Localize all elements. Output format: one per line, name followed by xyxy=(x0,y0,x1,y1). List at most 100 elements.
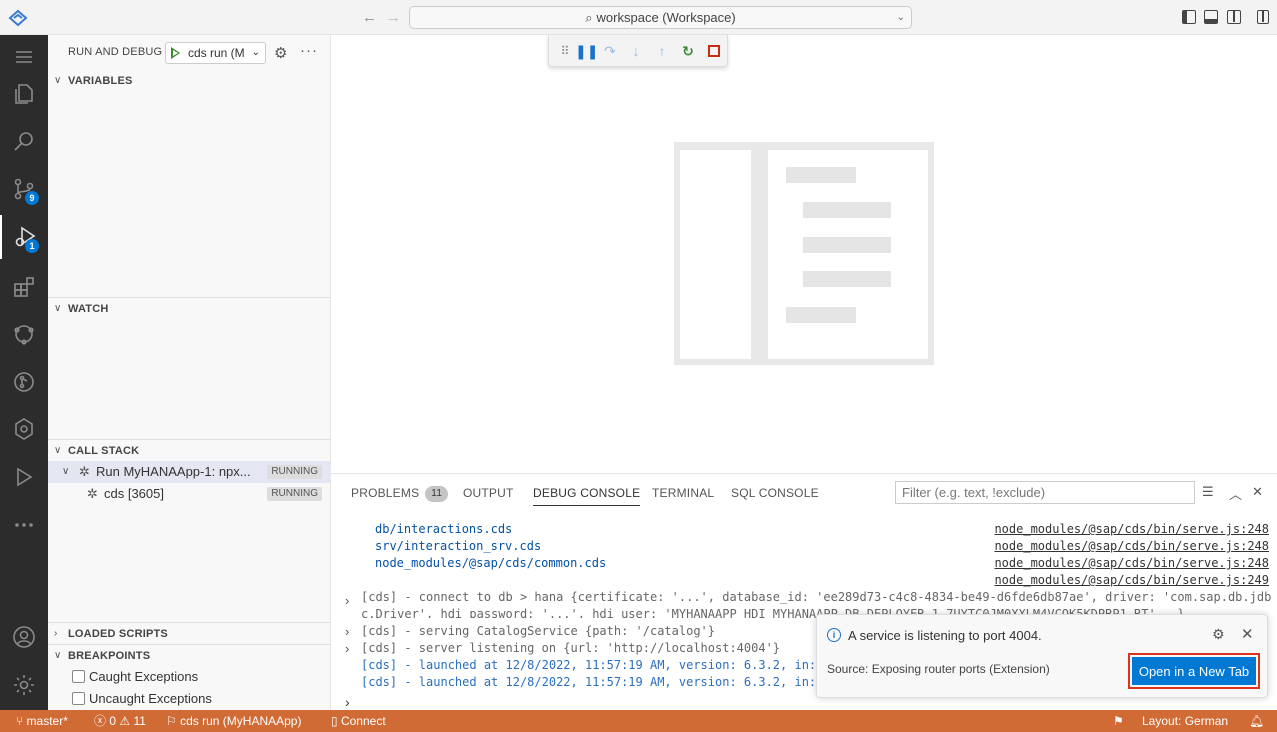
breakpoint-uncaught-exceptions[interactable]: Uncaught Exceptions xyxy=(72,688,212,710)
notifications-bell-icon[interactable]: 🔔︎ xyxy=(1249,710,1264,732)
run-icon[interactable] xyxy=(0,455,48,499)
tab-problems[interactable]: PROBLEMS 11 xyxy=(351,486,449,502)
open-in-new-tab-button[interactable]: Open in a New Tab xyxy=(1132,657,1256,685)
console-line[interactable]: › [cds] - connect to db > hana {certifica… xyxy=(331,589,1277,608)
settings-gear-icon[interactable]: ⚙ xyxy=(274,44,287,62)
loaded-scripts-section-header[interactable]: › LOADED SCRIPTS xyxy=(48,623,331,645)
variables-section-header[interactable]: ∨ VARIABLES xyxy=(48,70,331,92)
console-source-link[interactable]: node_modules/@sap/cds/bin/serve.js:248 xyxy=(994,538,1269,555)
back-arrow-icon[interactable]: ← xyxy=(362,9,377,26)
more-actions-icon[interactable]: ··· xyxy=(300,42,318,59)
pause-icon[interactable]: ❚❚ xyxy=(575,42,598,60)
explorer-icon[interactable] xyxy=(0,72,48,116)
debug-config-select[interactable]: cds run (M ⌄ xyxy=(165,42,266,64)
activity-bar: 9 1 xyxy=(0,35,48,710)
console-source-link[interactable]: node_modules/@sap/cds/bin/serve.js:248 xyxy=(994,555,1269,572)
call-stack-section-header[interactable]: ∨ CALL STACK xyxy=(48,440,331,462)
editor-watermark-icon xyxy=(674,142,934,365)
step-into-icon[interactable]: ↓ xyxy=(627,42,645,60)
toggle-panel-icon[interactable] xyxy=(1204,10,1218,24)
tab-terminal[interactable]: TERMINAL xyxy=(652,486,714,500)
restart-icon[interactable]: ↻ xyxy=(679,42,697,60)
maximize-panel-icon[interactable]: ︿ xyxy=(1229,484,1242,503)
status-badge: RUNNING xyxy=(267,465,322,479)
close-icon[interactable]: ✕ xyxy=(1241,625,1254,643)
chevron-down-icon: ∨ xyxy=(54,650,62,661)
stop-icon[interactable] xyxy=(705,42,723,60)
command-center[interactable]: ⌕ workspace (Workspace) ⌄ xyxy=(409,6,912,29)
connect-status[interactable]: ▯ Connect xyxy=(331,710,386,732)
keyboard-layout-status[interactable]: Layout: German xyxy=(1142,710,1228,732)
breakpoints-section-header[interactable]: ∨ BREAKPOINTS xyxy=(48,645,331,667)
console-source-link[interactable]: node_modules/@sap/cds/bin/serve.js:248 xyxy=(994,521,1269,538)
tab-debug-console[interactable]: DEBUG CONSOLE xyxy=(533,486,641,506)
more-icon[interactable] xyxy=(0,503,48,547)
checkbox[interactable] xyxy=(72,692,85,705)
branch-label: master* xyxy=(26,714,68,728)
branch-status[interactable]: ⑂ master* xyxy=(16,710,68,732)
tab-sql-console[interactable]: SQL CONSOLE xyxy=(731,486,819,500)
settings-gear-icon[interactable]: ⚙ xyxy=(1212,626,1225,643)
error-count: 0 xyxy=(109,714,117,728)
watch-section-header[interactable]: ∨ WATCH xyxy=(48,298,331,320)
loaded-scripts-label: LOADED SCRIPTS xyxy=(68,628,168,640)
clear-console-icon[interactable]: ☰ xyxy=(1202,484,1214,500)
breakpoints-label: BREAKPOINTS xyxy=(68,650,151,662)
chevron-down-icon: ∨ xyxy=(54,445,62,456)
toggle-secondary-sidebar-icon[interactable] xyxy=(1227,10,1241,24)
settings-gear-icon[interactable] xyxy=(0,663,48,707)
start-debugging-icon[interactable] xyxy=(171,47,180,59)
debug-bug-icon: ✲ xyxy=(79,464,90,479)
warning-icon: ⚠ xyxy=(119,714,131,728)
remote-explorer-icon[interactable] xyxy=(0,312,48,356)
source-control-icon[interactable]: 9 xyxy=(0,167,48,211)
call-stack-session[interactable]: ∨ ✲ Run MyHANAApp-1: npx... RUNNING xyxy=(48,461,331,483)
chevron-down-icon: ∨ xyxy=(54,75,62,86)
call-stack-label: CALL STACK xyxy=(68,445,140,457)
search-icon: ⌕ xyxy=(585,10,593,25)
console-file: db/interactions.cds xyxy=(375,522,513,536)
feedback-icon[interactable]: ⚑ xyxy=(1113,710,1124,732)
search-activity-icon[interactable] xyxy=(0,119,48,163)
problems-count-badge: 11 xyxy=(425,486,449,502)
database-icon: ▯ xyxy=(331,714,338,728)
customize-layout-icon[interactable] xyxy=(1257,10,1269,24)
debug-bug-icon: ✲ xyxy=(87,486,98,501)
checkbox[interactable] xyxy=(72,670,85,683)
step-over-icon[interactable]: ↷ xyxy=(601,42,619,60)
chevron-right-icon[interactable]: › xyxy=(345,623,349,640)
accounts-icon[interactable] xyxy=(0,615,48,659)
chevron-right-icon: › xyxy=(54,628,58,639)
sap-tools-icon[interactable] xyxy=(0,407,48,451)
run-and-debug-sidebar: RUN AND DEBUG cds run (M ⌄ ⚙ ··· ∨ VARIAB… xyxy=(48,35,331,710)
notification-source: Source: Exposing router ports (Extension… xyxy=(827,662,1050,676)
console-line: node_modules/@sap/cds/bin/serve.js:249 xyxy=(331,572,1277,589)
run-and-debug-icon[interactable]: 1 xyxy=(0,215,48,259)
forward-arrow-icon[interactable]: → xyxy=(386,9,401,26)
console-text: [cds] - connect to db > hana {certificat… xyxy=(361,590,1272,604)
title-bar: ← → ⌕ workspace (Workspace) ⌄ xyxy=(0,0,1277,35)
step-out-icon[interactable]: ↑ xyxy=(653,42,671,60)
chevron-down-icon: ∨ xyxy=(62,466,70,477)
debug-toolbar: ⠿ ❚❚ ↷ ↓ ↑ ↻ xyxy=(548,35,728,67)
debug-icon: ⚐ xyxy=(166,714,177,728)
extensions-icon[interactable] xyxy=(0,265,48,309)
console-source-link[interactable]: node_modules/@sap/cds/bin/serve.js:249 xyxy=(994,572,1269,589)
tab-output[interactable]: OUTPUT xyxy=(463,486,514,500)
close-panel-icon[interactable]: ✕ xyxy=(1252,484,1263,500)
debug-config-status[interactable]: ⚐ cds run (MyHANAApp) xyxy=(166,710,301,732)
call-stack-thread[interactable]: ✲ cds [3605] RUNNING xyxy=(48,483,331,505)
drag-handle-icon[interactable]: ⠿ xyxy=(556,42,574,60)
debug-badge: 1 xyxy=(25,239,39,253)
toggle-primary-sidebar-icon[interactable] xyxy=(1182,10,1196,24)
console-filter-input[interactable]: Filter (e.g. text, !exclude) xyxy=(895,481,1195,504)
status-bar: ⑂ master* ⓧ 0 ⚠ 11 ⚐ cds run (MyHANAApp)… xyxy=(0,710,1277,732)
console-file: node_modules/@sap/cds/common.cds xyxy=(375,556,607,570)
command-center-label: workspace (Workspace) xyxy=(596,10,736,25)
problems-status[interactable]: ⓧ 0 ⚠ 11 xyxy=(94,710,146,732)
git-graph-icon[interactable] xyxy=(0,360,48,404)
console-line: srv/interaction_srv.cds node_modules/@sap… xyxy=(331,538,1277,555)
breakpoint-caught-exceptions[interactable]: Caught Exceptions xyxy=(72,666,198,688)
chevron-right-icon[interactable]: › xyxy=(345,640,349,657)
console-input-prompt-icon[interactable]: › xyxy=(345,694,350,710)
